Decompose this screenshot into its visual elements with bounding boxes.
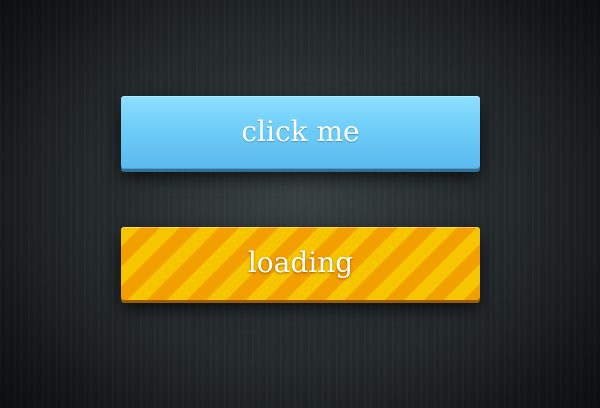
loading-label: loading (247, 246, 354, 279)
page: { "buttons": { "primary_label": "click m… (0, 0, 600, 408)
click-me-label: click me (241, 115, 360, 148)
click-me-button[interactable]: click me (121, 96, 480, 169)
loading-button[interactable]: loading (121, 227, 480, 300)
background-vignette (0, 0, 600, 408)
